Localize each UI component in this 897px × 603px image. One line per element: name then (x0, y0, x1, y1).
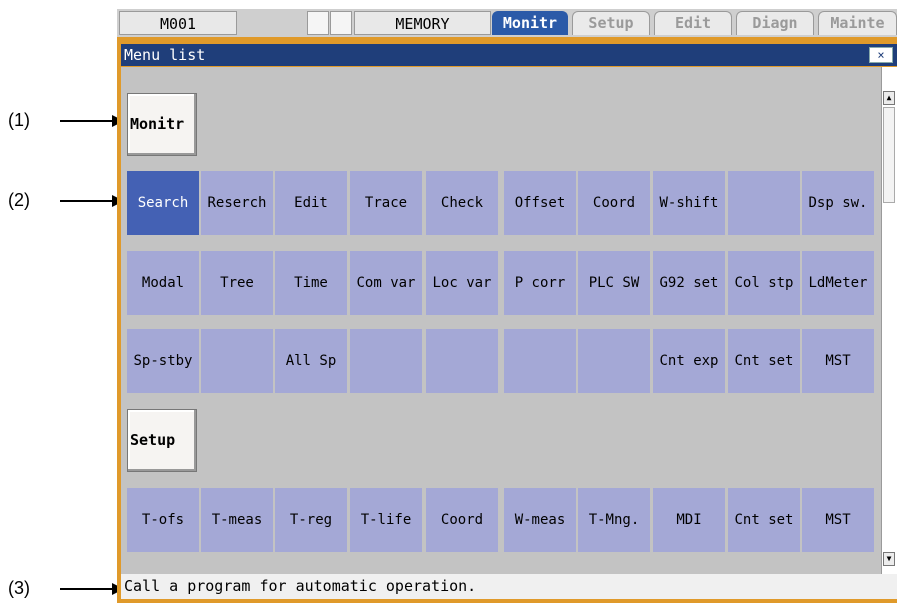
menu-item-t-mng[interactable]: T-Mng. (578, 488, 650, 552)
menu-item-mst[interactable]: MST (802, 329, 874, 393)
menu-item-coord[interactable]: Coord (426, 488, 498, 552)
menu-item-mdi[interactable]: MDI (653, 488, 725, 552)
menu-list-window: Menu list × Monitr Search Reserch Edit T… (117, 37, 897, 603)
group-header-setup[interactable]: Setup (127, 409, 197, 472)
menu-item-trace[interactable]: Trace (350, 171, 422, 235)
scroll-up-icon[interactable]: ▲ (883, 91, 895, 105)
menu-item-ldmeter[interactable]: LdMeter (802, 251, 874, 315)
window-title: Menu list (124, 46, 206, 64)
menu-item-p-corr[interactable]: P corr (504, 251, 576, 315)
menu-item-w-shift[interactable]: W-shift (653, 171, 725, 235)
menu-item-mst[interactable]: MST (802, 488, 874, 552)
menu-item-t-reg[interactable]: T-reg (275, 488, 347, 552)
menu-item-sp-stby[interactable]: Sp-stby (127, 329, 199, 393)
top-status-bar: M001 MEMORY Monitr Setup Edit Diagn Main… (117, 9, 897, 37)
menu-item-coord[interactable]: Coord (578, 171, 650, 235)
tab-diagn[interactable]: Diagn (736, 11, 814, 35)
menu-item-empty[interactable] (350, 329, 422, 393)
menu-item-empty[interactable] (728, 171, 800, 235)
tab-edit[interactable]: Edit (654, 11, 732, 35)
status-cell-blank (330, 11, 352, 35)
menu-item-empty[interactable] (201, 329, 273, 393)
menu-item-col-stp[interactable]: Col stp (728, 251, 800, 315)
menu-item-cnt-set[interactable]: Cnt set (728, 488, 800, 552)
tab-mainte[interactable]: Mainte (818, 11, 897, 35)
menu-item-empty[interactable] (426, 329, 498, 393)
menu-item-empty[interactable] (504, 329, 576, 393)
vertical-scrollbar[interactable]: ▲ ▼ (881, 67, 897, 574)
menu-item-loc-var[interactable]: Loc var (426, 251, 498, 315)
scroll-down-icon[interactable]: ▼ (883, 552, 895, 566)
callout-3-arrow-line (60, 588, 116, 590)
callout-1-arrow-line (60, 120, 116, 122)
close-icon[interactable]: × (869, 47, 893, 63)
menu-item-dsp-sw[interactable]: Dsp sw. (802, 171, 874, 235)
menu-item-cnt-exp[interactable]: Cnt exp (653, 329, 725, 393)
callout-1-label: (1) (8, 110, 30, 130)
menu-item-w-meas[interactable]: W-meas (504, 488, 576, 552)
menu-item-t-ofs[interactable]: T-ofs (127, 488, 199, 552)
menu-item-modal[interactable]: Modal (127, 251, 199, 315)
menu-item-empty[interactable] (578, 329, 650, 393)
status-cell-blank (307, 11, 329, 35)
menu-item-t-meas[interactable]: T-meas (201, 488, 273, 552)
menu-item-check[interactable]: Check (426, 171, 498, 235)
menu-item-edit[interactable]: Edit (275, 171, 347, 235)
tab-monitr[interactable]: Monitr (492, 11, 568, 35)
menu-item-cnt-set[interactable]: Cnt set (728, 329, 800, 393)
menu-list-content: Monitr Search Reserch Edit Trace Check O… (121, 67, 881, 574)
menu-item-com-var[interactable]: Com var (350, 251, 422, 315)
machine-name: M001 (119, 11, 237, 35)
menu-item-search[interactable]: Search (127, 171, 199, 235)
menu-item-tree[interactable]: Tree (201, 251, 273, 315)
guidance-message: Call a program for automatic operation. (121, 574, 897, 599)
menu-item-time[interactable]: Time (275, 251, 347, 315)
operation-mode: MEMORY (354, 11, 491, 35)
menu-item-offset[interactable]: Offset (504, 171, 576, 235)
window-titlebar: Menu list × (121, 44, 897, 66)
menu-item-reserch[interactable]: Reserch (201, 171, 273, 235)
menu-item-t-life[interactable]: T-life (350, 488, 422, 552)
tab-setup[interactable]: Setup (572, 11, 650, 35)
menu-item-plc-sw[interactable]: PLC SW (578, 251, 650, 315)
callout-2-label: (2) (8, 190, 30, 210)
scrollbar-thumb[interactable] (883, 107, 895, 203)
callout-2-arrow-line (60, 200, 116, 202)
group-header-monitr[interactable]: Monitr (127, 93, 197, 156)
menu-item-all-sp[interactable]: All Sp (275, 329, 347, 393)
callout-3-label: (3) (8, 578, 30, 598)
menu-item-g92-set[interactable]: G92 set (653, 251, 725, 315)
